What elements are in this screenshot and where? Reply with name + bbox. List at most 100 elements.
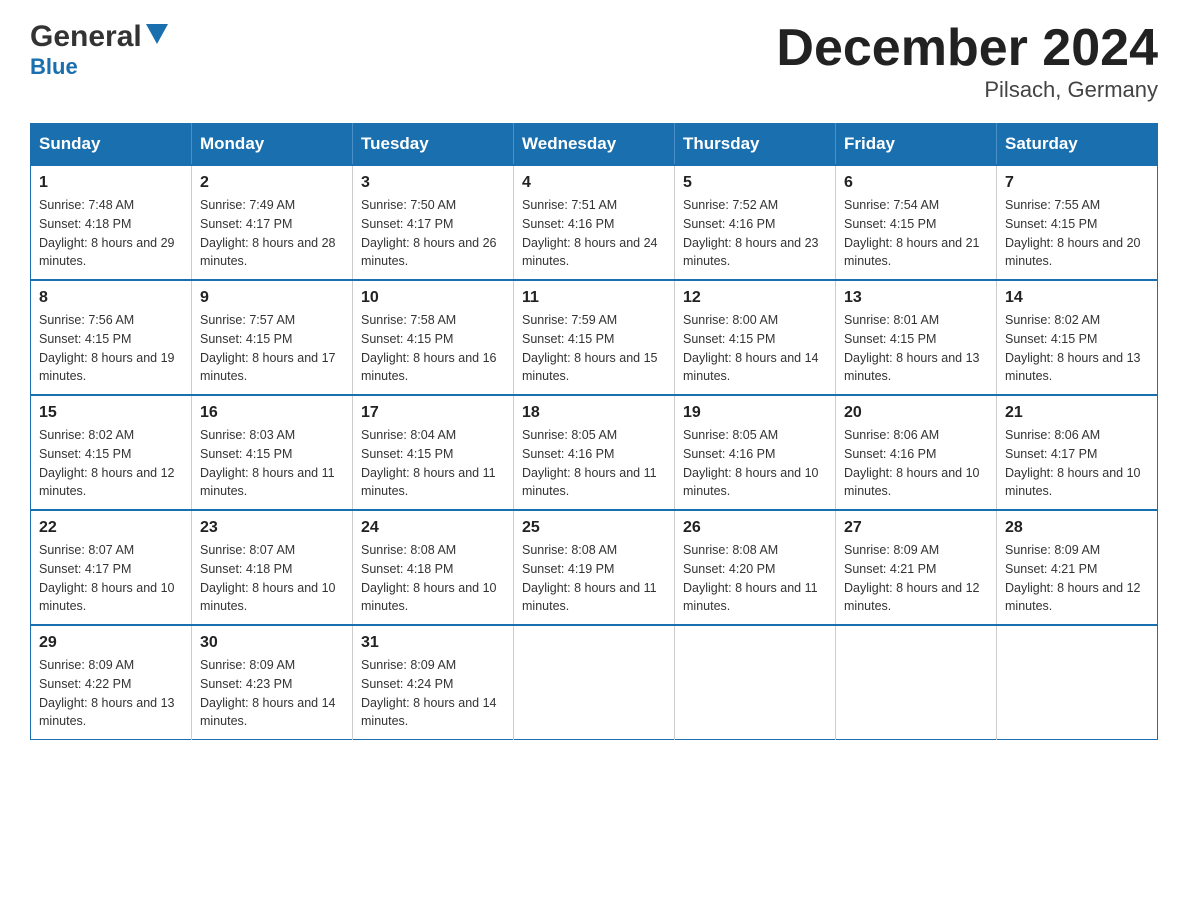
day-number: 3 bbox=[361, 174, 505, 192]
day-number: 13 bbox=[844, 289, 988, 307]
calendar-cell: 4Sunrise: 7:51 AMSunset: 4:16 PMDaylight… bbox=[514, 165, 675, 280]
day-number: 18 bbox=[522, 404, 666, 422]
calendar-cell bbox=[836, 625, 997, 740]
day-info: Sunrise: 8:09 AMSunset: 4:21 PMDaylight:… bbox=[1005, 541, 1149, 616]
day-info: Sunrise: 7:59 AMSunset: 4:15 PMDaylight:… bbox=[522, 311, 666, 386]
day-number: 10 bbox=[361, 289, 505, 307]
calendar-cell: 5 Sunrise: 7:52 AMSunset: 4:16 PMDaylight… bbox=[675, 165, 836, 280]
day-number: 25 bbox=[522, 519, 666, 537]
day-number: 2 bbox=[200, 174, 344, 192]
day-number: 5 bbox=[683, 174, 827, 192]
calendar-cell: 23 Sunrise: 8:07 AMSunset: 4:18 PMDayligh… bbox=[192, 510, 353, 625]
day-number: 21 bbox=[1005, 404, 1149, 422]
day-info: Sunrise: 8:08 AMSunset: 4:19 PMDaylight:… bbox=[522, 541, 666, 616]
weekday-header-row: SundayMondayTuesdayWednesdayThursdayFrid… bbox=[31, 124, 1158, 166]
day-info: Sunrise: 8:01 AMSunset: 4:15 PMDaylight:… bbox=[844, 311, 988, 386]
calendar-cell: 25 Sunrise: 8:08 AMSunset: 4:19 PMDayligh… bbox=[514, 510, 675, 625]
day-info: Sunrise: 8:09 AMSunset: 4:21 PMDaylight:… bbox=[844, 541, 988, 616]
day-number: 23 bbox=[200, 519, 344, 537]
calendar-cell: 13 Sunrise: 8:01 AMSunset: 4:15 PMDayligh… bbox=[836, 280, 997, 395]
location: Pilsach, Germany bbox=[776, 77, 1158, 103]
day-number: 8 bbox=[39, 289, 183, 307]
day-info: Sunrise: 8:08 AMSunset: 4:20 PMDaylight:… bbox=[683, 541, 827, 616]
day-number: 9 bbox=[200, 289, 344, 307]
day-number: 7 bbox=[1005, 174, 1149, 192]
calendar-cell bbox=[675, 625, 836, 740]
day-info: Sunrise: 8:02 AMSunset: 4:15 PMDaylight:… bbox=[1005, 311, 1149, 386]
calendar-body: 1 Sunrise: 7:48 AMSunset: 4:18 PMDaylight… bbox=[31, 165, 1158, 740]
day-info: Sunrise: 7:49 AMSunset: 4:17 PMDaylight:… bbox=[200, 196, 344, 271]
calendar-cell: 27 Sunrise: 8:09 AMSunset: 4:21 PMDayligh… bbox=[836, 510, 997, 625]
day-number: 17 bbox=[361, 404, 505, 422]
week-row-1: 1 Sunrise: 7:48 AMSunset: 4:18 PMDaylight… bbox=[31, 165, 1158, 280]
day-info: Sunrise: 8:06 AMSunset: 4:16 PMDaylight:… bbox=[844, 426, 988, 501]
day-info: Sunrise: 8:02 AMSunset: 4:15 PMDaylight:… bbox=[39, 426, 183, 501]
day-number: 24 bbox=[361, 519, 505, 537]
week-row-3: 15 Sunrise: 8:02 AMSunset: 4:15 PMDayligh… bbox=[31, 395, 1158, 510]
logo-line2: Blue bbox=[30, 54, 78, 80]
day-number: 27 bbox=[844, 519, 988, 537]
day-info: Sunrise: 8:07 AMSunset: 4:18 PMDaylight:… bbox=[200, 541, 344, 616]
day-number: 20 bbox=[844, 404, 988, 422]
calendar-table: SundayMondayTuesdayWednesdayThursdayFrid… bbox=[30, 123, 1158, 740]
calendar-cell: 11 Sunrise: 7:59 AMSunset: 4:15 PMDayligh… bbox=[514, 280, 675, 395]
logo: General Blue bbox=[30, 20, 168, 80]
title-block: December 2024 Pilsach, Germany bbox=[776, 20, 1158, 103]
calendar-cell: 8 Sunrise: 7:56 AMSunset: 4:15 PMDaylight… bbox=[31, 280, 192, 395]
day-info: Sunrise: 7:50 AMSunset: 4:17 PMDaylight:… bbox=[361, 196, 505, 271]
weekday-header-sunday: Sunday bbox=[31, 124, 192, 166]
day-number: 11 bbox=[522, 289, 666, 307]
day-number: 12 bbox=[683, 289, 827, 307]
calendar-cell: 7Sunrise: 7:55 AMSunset: 4:15 PMDaylight… bbox=[997, 165, 1158, 280]
logo-triangle-icon bbox=[146, 24, 168, 46]
day-number: 31 bbox=[361, 634, 505, 652]
weekday-header-monday: Monday bbox=[192, 124, 353, 166]
day-info: Sunrise: 7:52 AMSunset: 4:16 PMDaylight:… bbox=[683, 196, 827, 271]
calendar-cell: 16 Sunrise: 8:03 AMSunset: 4:15 PMDayligh… bbox=[192, 395, 353, 510]
calendar-cell: 30Sunrise: 8:09 AMSunset: 4:23 PMDayligh… bbox=[192, 625, 353, 740]
day-number: 4 bbox=[522, 174, 666, 192]
calendar-cell: 31 Sunrise: 8:09 AMSunset: 4:24 PMDayligh… bbox=[353, 625, 514, 740]
day-number: 19 bbox=[683, 404, 827, 422]
day-number: 29 bbox=[39, 634, 183, 652]
weekday-header-thursday: Thursday bbox=[675, 124, 836, 166]
calendar-cell: 20 Sunrise: 8:06 AMSunset: 4:16 PMDayligh… bbox=[836, 395, 997, 510]
day-info: Sunrise: 8:09 AMSunset: 4:24 PMDaylight:… bbox=[361, 656, 505, 731]
day-info: Sunrise: 7:48 AMSunset: 4:18 PMDaylight:… bbox=[39, 196, 183, 271]
day-number: 15 bbox=[39, 404, 183, 422]
calendar-cell: 14 Sunrise: 8:02 AMSunset: 4:15 PMDayligh… bbox=[997, 280, 1158, 395]
day-info: Sunrise: 8:07 AMSunset: 4:17 PMDaylight:… bbox=[39, 541, 183, 616]
weekday-header-tuesday: Tuesday bbox=[353, 124, 514, 166]
weekday-header-saturday: Saturday bbox=[997, 124, 1158, 166]
day-info: Sunrise: 8:08 AMSunset: 4:18 PMDaylight:… bbox=[361, 541, 505, 616]
calendar-cell: 22Sunrise: 8:07 AMSunset: 4:17 PMDayligh… bbox=[31, 510, 192, 625]
calendar-cell: 10 Sunrise: 7:58 AMSunset: 4:15 PMDayligh… bbox=[353, 280, 514, 395]
week-row-5: 29 Sunrise: 8:09 AMSunset: 4:22 PMDayligh… bbox=[31, 625, 1158, 740]
calendar-header: SundayMondayTuesdayWednesdayThursdayFrid… bbox=[31, 124, 1158, 166]
calendar-cell bbox=[997, 625, 1158, 740]
day-number: 30 bbox=[200, 634, 344, 652]
calendar-cell: 15 Sunrise: 8:02 AMSunset: 4:15 PMDayligh… bbox=[31, 395, 192, 510]
day-number: 26 bbox=[683, 519, 827, 537]
week-row-2: 8 Sunrise: 7:56 AMSunset: 4:15 PMDaylight… bbox=[31, 280, 1158, 395]
day-info: Sunrise: 8:05 AMSunset: 4:16 PMDaylight:… bbox=[522, 426, 666, 501]
day-info: Sunrise: 7:58 AMSunset: 4:15 PMDaylight:… bbox=[361, 311, 505, 386]
calendar-cell: 1 Sunrise: 7:48 AMSunset: 4:18 PMDaylight… bbox=[31, 165, 192, 280]
week-row-4: 22Sunrise: 8:07 AMSunset: 4:17 PMDayligh… bbox=[31, 510, 1158, 625]
calendar-cell: 26 Sunrise: 8:08 AMSunset: 4:20 PMDayligh… bbox=[675, 510, 836, 625]
day-number: 16 bbox=[200, 404, 344, 422]
calendar-cell: 19Sunrise: 8:05 AMSunset: 4:16 PMDayligh… bbox=[675, 395, 836, 510]
calendar-cell: 18 Sunrise: 8:05 AMSunset: 4:16 PMDayligh… bbox=[514, 395, 675, 510]
calendar-cell: 9Sunrise: 7:57 AMSunset: 4:15 PMDaylight… bbox=[192, 280, 353, 395]
calendar-cell: 12 Sunrise: 8:00 AMSunset: 4:15 PMDayligh… bbox=[675, 280, 836, 395]
day-info: Sunrise: 8:04 AMSunset: 4:15 PMDaylight:… bbox=[361, 426, 505, 501]
calendar-cell: 3 Sunrise: 7:50 AMSunset: 4:17 PMDaylight… bbox=[353, 165, 514, 280]
day-info: Sunrise: 7:56 AMSunset: 4:15 PMDaylight:… bbox=[39, 311, 183, 386]
day-number: 14 bbox=[1005, 289, 1149, 307]
day-info: Sunrise: 7:54 AMSunset: 4:15 PMDaylight:… bbox=[844, 196, 988, 271]
day-info: Sunrise: 8:09 AMSunset: 4:22 PMDaylight:… bbox=[39, 656, 183, 731]
month-title: December 2024 bbox=[776, 20, 1158, 77]
day-info: Sunrise: 8:00 AMSunset: 4:15 PMDaylight:… bbox=[683, 311, 827, 386]
day-info: Sunrise: 8:03 AMSunset: 4:15 PMDaylight:… bbox=[200, 426, 344, 501]
day-number: 1 bbox=[39, 174, 183, 192]
